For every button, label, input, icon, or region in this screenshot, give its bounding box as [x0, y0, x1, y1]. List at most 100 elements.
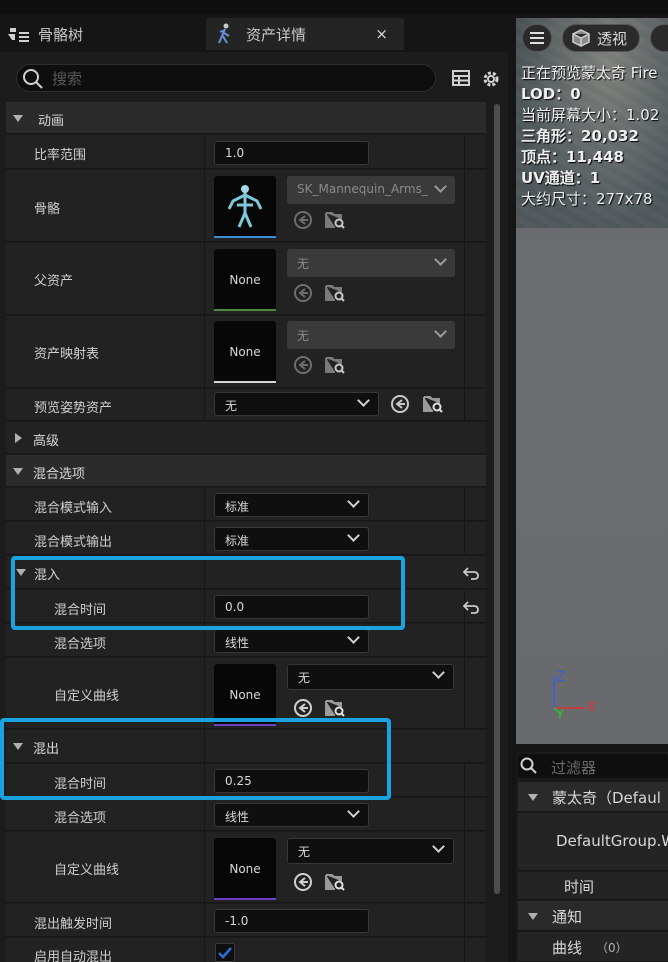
top-strip [0, 0, 668, 14]
hamburger-menu-icon [530, 32, 544, 44]
viewport-uv-text: UV通道：1 [521, 169, 601, 187]
curves-label: 曲线 [552, 939, 583, 957]
checkmark-icon [218, 947, 232, 959]
cube-icon [572, 29, 590, 47]
blend-mode-in-label: 混合模式输入 [34, 501, 113, 516]
blend-out-option-combo[interactable]: 线性 [214, 803, 369, 827]
blend-out-trigger-input[interactable]: -1.0 [214, 909, 369, 933]
asset-mapping-thumbnail[interactable]: None [214, 321, 276, 383]
blend-in-curve-thumbnail[interactable]: None [214, 664, 276, 726]
tab-skeleton-tree[interactable]: 骨骼树 [6, 18, 202, 50]
curves-count: （0） [596, 941, 628, 955]
curves-row[interactable]: 曲线 （0） [518, 932, 668, 962]
browse-folder-search-icon[interactable] [324, 354, 346, 376]
expand-arrow-icon [528, 794, 538, 801]
axis-y-label: Y [556, 708, 564, 723]
skeleton-label: 骨骼 [34, 202, 61, 217]
blend-out-curve-value: 无 [298, 845, 311, 859]
axis-z-label: Z [556, 670, 565, 685]
parent-asset-thumb-text: None [229, 273, 261, 287]
blend-mode-out-combo[interactable]: 标准 [214, 527, 369, 551]
viewport-screen-size-text: 当前屏幕大小：1.02 [521, 106, 660, 124]
blend-mode-in-value: 标准 [225, 500, 250, 514]
blend-in-curve-label: 自定义曲线 [54, 689, 120, 704]
category-animation[interactable]: 动画 [6, 102, 486, 134]
browse-back-arrow-icon[interactable] [292, 871, 314, 893]
parent-asset-label: 父资产 [34, 274, 74, 289]
tab-skeleton-tree-label: 骨骼树 [38, 25, 84, 44]
category-advanced-label: 高级 [33, 434, 60, 449]
perspective-button[interactable]: 透视 [562, 24, 640, 52]
auto-blend-out-label: 启用自动混出 [34, 950, 113, 962]
blend-out-option-value: 线性 [225, 810, 250, 824]
skeleton-tree-icon [8, 28, 29, 42]
close-tab-button[interactable]: × [375, 25, 388, 43]
skeleton-asset-name: SK_Mannequin_Arms_ [297, 182, 428, 196]
time-row[interactable]: 时间 [518, 872, 668, 900]
axis-gizmo [553, 676, 586, 715]
browse-back-arrow-icon[interactable] [292, 282, 314, 304]
category-animation-label: 动画 [38, 114, 65, 129]
montage-group-row[interactable]: DefaultGroup.W [518, 813, 668, 871]
blend-in-option-combo[interactable]: 线性 [214, 629, 369, 653]
category-advanced[interactable]: 高级 [6, 422, 486, 454]
table-view-icon[interactable] [451, 68, 471, 88]
blend-mode-out-value: 标准 [225, 534, 250, 548]
viewport-menu-button[interactable] [522, 24, 552, 52]
skeleton-asset-picker[interactable]: SK_Mannequin_Arms_ [287, 176, 455, 204]
blend-in-curve-picker[interactable]: 无 [287, 664, 454, 690]
blend-out-curve-thumbnail[interactable]: None [214, 838, 276, 900]
category-blend-options[interactable]: 混合选项 [6, 455, 486, 487]
blend-out-trigger-label: 混出触发时间 [34, 917, 113, 932]
browse-folder-search-icon[interactable] [324, 282, 346, 304]
montage-track-label: 蒙太奇（Defaul [552, 789, 661, 807]
tab-asset-details[interactable]: 资产详情 × [206, 18, 404, 50]
browse-back-arrow-icon[interactable] [292, 354, 314, 376]
asset-mapping-picker[interactable]: 无 [287, 321, 455, 349]
highlight-box-blend-in [11, 556, 405, 630]
auto-blend-out-checkbox[interactable] [215, 943, 235, 962]
search-placeholder: 搜索 [52, 70, 83, 88]
browse-folder-search-icon[interactable] [324, 209, 346, 231]
rate-scale-input[interactable]: 1.0 [214, 141, 369, 165]
browse-back-arrow-icon[interactable] [292, 209, 314, 231]
blend-in-curve-value: 无 [298, 671, 311, 685]
preview-pose-value: 无 [225, 399, 238, 413]
highlight-box-blend-out [0, 718, 391, 800]
viewport-triangles-text: 三角形：20,032 [521, 127, 639, 145]
notify-row[interactable]: 通知 [518, 901, 668, 931]
parent-asset-value: 无 [297, 257, 310, 271]
browse-back-arrow-icon[interactable] [292, 697, 314, 719]
browse-folder-search-icon[interactable] [324, 697, 346, 719]
browse-folder-search-icon[interactable] [324, 871, 346, 893]
montage-running-figure-icon [218, 23, 230, 44]
details-scrollbar[interactable] [494, 104, 500, 894]
gear-icon[interactable] [480, 68, 502, 90]
reset-to-default-icon[interactable] [462, 565, 480, 581]
preview-pose-label: 预览姿势资产 [34, 401, 113, 416]
category-blend-options-label: 混合选项 [33, 467, 86, 482]
parent-asset-picker[interactable]: 无 [287, 249, 455, 277]
parent-asset-thumbnail[interactable]: None [214, 249, 276, 311]
montage-group-label: DefaultGroup.W [556, 832, 668, 850]
preview-pose-combo[interactable]: 无 [214, 392, 379, 416]
browse-back-arrow-icon[interactable] [389, 393, 411, 415]
expand-arrow-icon [13, 468, 23, 475]
skeleton-thumbnail[interactable] [214, 176, 276, 238]
asset-mapping-value: 无 [297, 329, 310, 343]
search-icon [520, 757, 537, 774]
search-icon [23, 69, 43, 89]
blend-mode-out-label: 混合模式输出 [34, 535, 113, 550]
asset-mapping-label: 资产映射表 [34, 347, 100, 362]
blend-out-curve-picker[interactable]: 无 [287, 838, 454, 864]
blend-out-curve-thumb-text: None [229, 862, 261, 876]
perspective-label: 透视 [597, 29, 628, 48]
blend-out-curve-label: 自定义曲线 [54, 863, 120, 878]
montage-track-row[interactable]: 蒙太奇（Defaul [518, 782, 668, 812]
browse-folder-search-icon[interactable] [422, 393, 444, 415]
tab-asset-details-label: 资产详情 [246, 25, 307, 44]
skeleton-mesh-icon [227, 185, 263, 228]
reset-to-default-icon[interactable] [462, 599, 480, 615]
blend-mode-in-combo[interactable]: 标准 [214, 493, 369, 517]
expand-arrow-icon [13, 115, 23, 122]
